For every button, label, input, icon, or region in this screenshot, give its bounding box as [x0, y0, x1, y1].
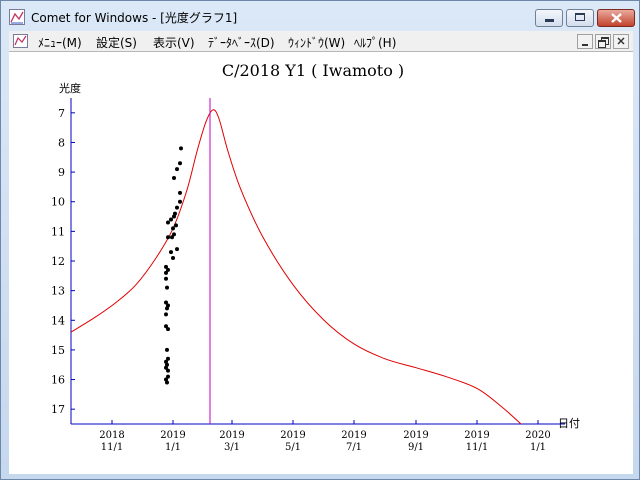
chart-icon [9, 9, 25, 25]
document-icon[interactable] [13, 33, 29, 49]
chart-area: C/2018 Y1 ( Iwamoto ) 光度 日付 7 8 9 10 11 12 13 1… [9, 51, 633, 474]
y-tick-label: 11 [51, 225, 65, 238]
observation-point [164, 312, 168, 317]
window-title: Comet for Windows - [光度グラフ1] [31, 11, 238, 25]
x-tick-label: 2019 [403, 430, 428, 441]
x-tick-label: 11/1 [466, 442, 488, 453]
chart-title: C/2018 Y1 ( Iwamoto ) [222, 61, 404, 80]
menu-bar: ﾒﾆｭｰ(M) 設定(S) 表示(V) ﾃﾞｰﾀﾍﾞｰｽ(D) ｳｨﾝﾄﾞｳ(W… [9, 31, 633, 51]
x-tick-label: 2019 [464, 430, 489, 441]
observation-point [166, 374, 170, 379]
minimize-button[interactable] [535, 9, 563, 27]
observation-point [166, 235, 170, 240]
observation-point [164, 276, 168, 281]
x-tick-label: 5/1 [285, 442, 301, 453]
title-bar[interactable]: Comet for Windows - [光度グラフ1] [1, 1, 639, 31]
minimize-icon [545, 19, 554, 22]
restore-icon-back [598, 40, 606, 48]
y-tick-label: 17 [51, 403, 65, 416]
menu-window[interactable]: ｳｨﾝﾄﾞｳ(W) [288, 34, 345, 51]
mdi-close-button[interactable] [613, 34, 629, 49]
x-tick-label: 2019 [160, 430, 185, 441]
maximize-icon [575, 13, 585, 21]
observation-point [169, 217, 173, 222]
observation-point [166, 356, 170, 361]
maximize-button[interactable] [566, 9, 594, 27]
menu-help[interactable]: ﾍﾙﾌﾟ(H) [354, 34, 396, 51]
x-tick-label: 7/1 [346, 442, 362, 453]
close-icon [611, 13, 622, 23]
observation-point [178, 161, 182, 166]
observation-point [166, 220, 170, 225]
y-tick-label: 15 [51, 344, 65, 357]
x-tick-label: 9/1 [408, 442, 424, 453]
x-tick-label: 2019 [280, 430, 305, 441]
app-window: Comet for Windows - [光度グラフ1] ﾒﾆｭｰ(M) 設定(… [0, 0, 640, 480]
menu-settings[interactable]: 設定(S) [96, 34, 137, 51]
predicted-curve [71, 109, 522, 424]
x-tick-label: 11/1 [101, 442, 123, 453]
observation-point [165, 380, 169, 385]
mdi-restore-button[interactable] [595, 34, 611, 49]
y-tick-label: 10 [51, 196, 65, 209]
observation-point [171, 256, 175, 261]
observation-point [179, 146, 183, 151]
close-icon [617, 37, 625, 45]
x-tick-label: 1/1 [165, 442, 181, 453]
y-tick-label: 9 [58, 166, 65, 179]
y-axis-label: 光度 [59, 81, 81, 95]
mdi-minimize-button[interactable] [577, 34, 593, 49]
observation-point [178, 199, 182, 204]
observation-point [165, 362, 169, 367]
observation-point [175, 247, 179, 252]
menu-database[interactable]: ﾃﾞｰﾀﾍﾞｰｽ(D) [208, 34, 275, 51]
observation-point [178, 190, 182, 195]
observation-point [165, 347, 169, 352]
close-button[interactable] [597, 9, 635, 27]
y-tick-label: 16 [51, 374, 65, 387]
observation-point [175, 205, 179, 210]
observation-point [173, 211, 177, 216]
observation-point [175, 167, 179, 172]
y-tick-label: 12 [51, 255, 65, 268]
x-tick-label: 2019 [341, 430, 366, 441]
observation-point [165, 285, 169, 290]
x-tick-label: 2019 [219, 430, 244, 441]
y-tick-label: 7 [58, 107, 65, 120]
x-tick-label: 2018 [99, 430, 124, 441]
observation-point [172, 176, 176, 181]
observation-point [166, 327, 170, 332]
observation-point [169, 250, 173, 255]
y-tick-label: 13 [51, 285, 65, 298]
x-tick-label: 1/1 [530, 442, 546, 453]
x-tick-label: 3/1 [224, 442, 240, 453]
observation-point [166, 267, 170, 272]
y-tick-label: 14 [51, 314, 65, 327]
x-tick-label: 2020 [525, 430, 550, 441]
observation-point [166, 368, 170, 373]
observation-point [172, 232, 176, 237]
menu-menu[interactable]: ﾒﾆｭｰ(M) [38, 34, 82, 51]
observation-point [174, 223, 178, 228]
y-tick-label: 8 [58, 136, 65, 149]
light-curve-chart: C/2018 Y1 ( Iwamoto ) 光度 日付 789101112131… [51, 61, 580, 453]
observation-point [166, 303, 170, 308]
minimize-icon [582, 44, 588, 46]
observation-point [171, 226, 175, 231]
menu-view[interactable]: 表示(V) [153, 34, 195, 51]
